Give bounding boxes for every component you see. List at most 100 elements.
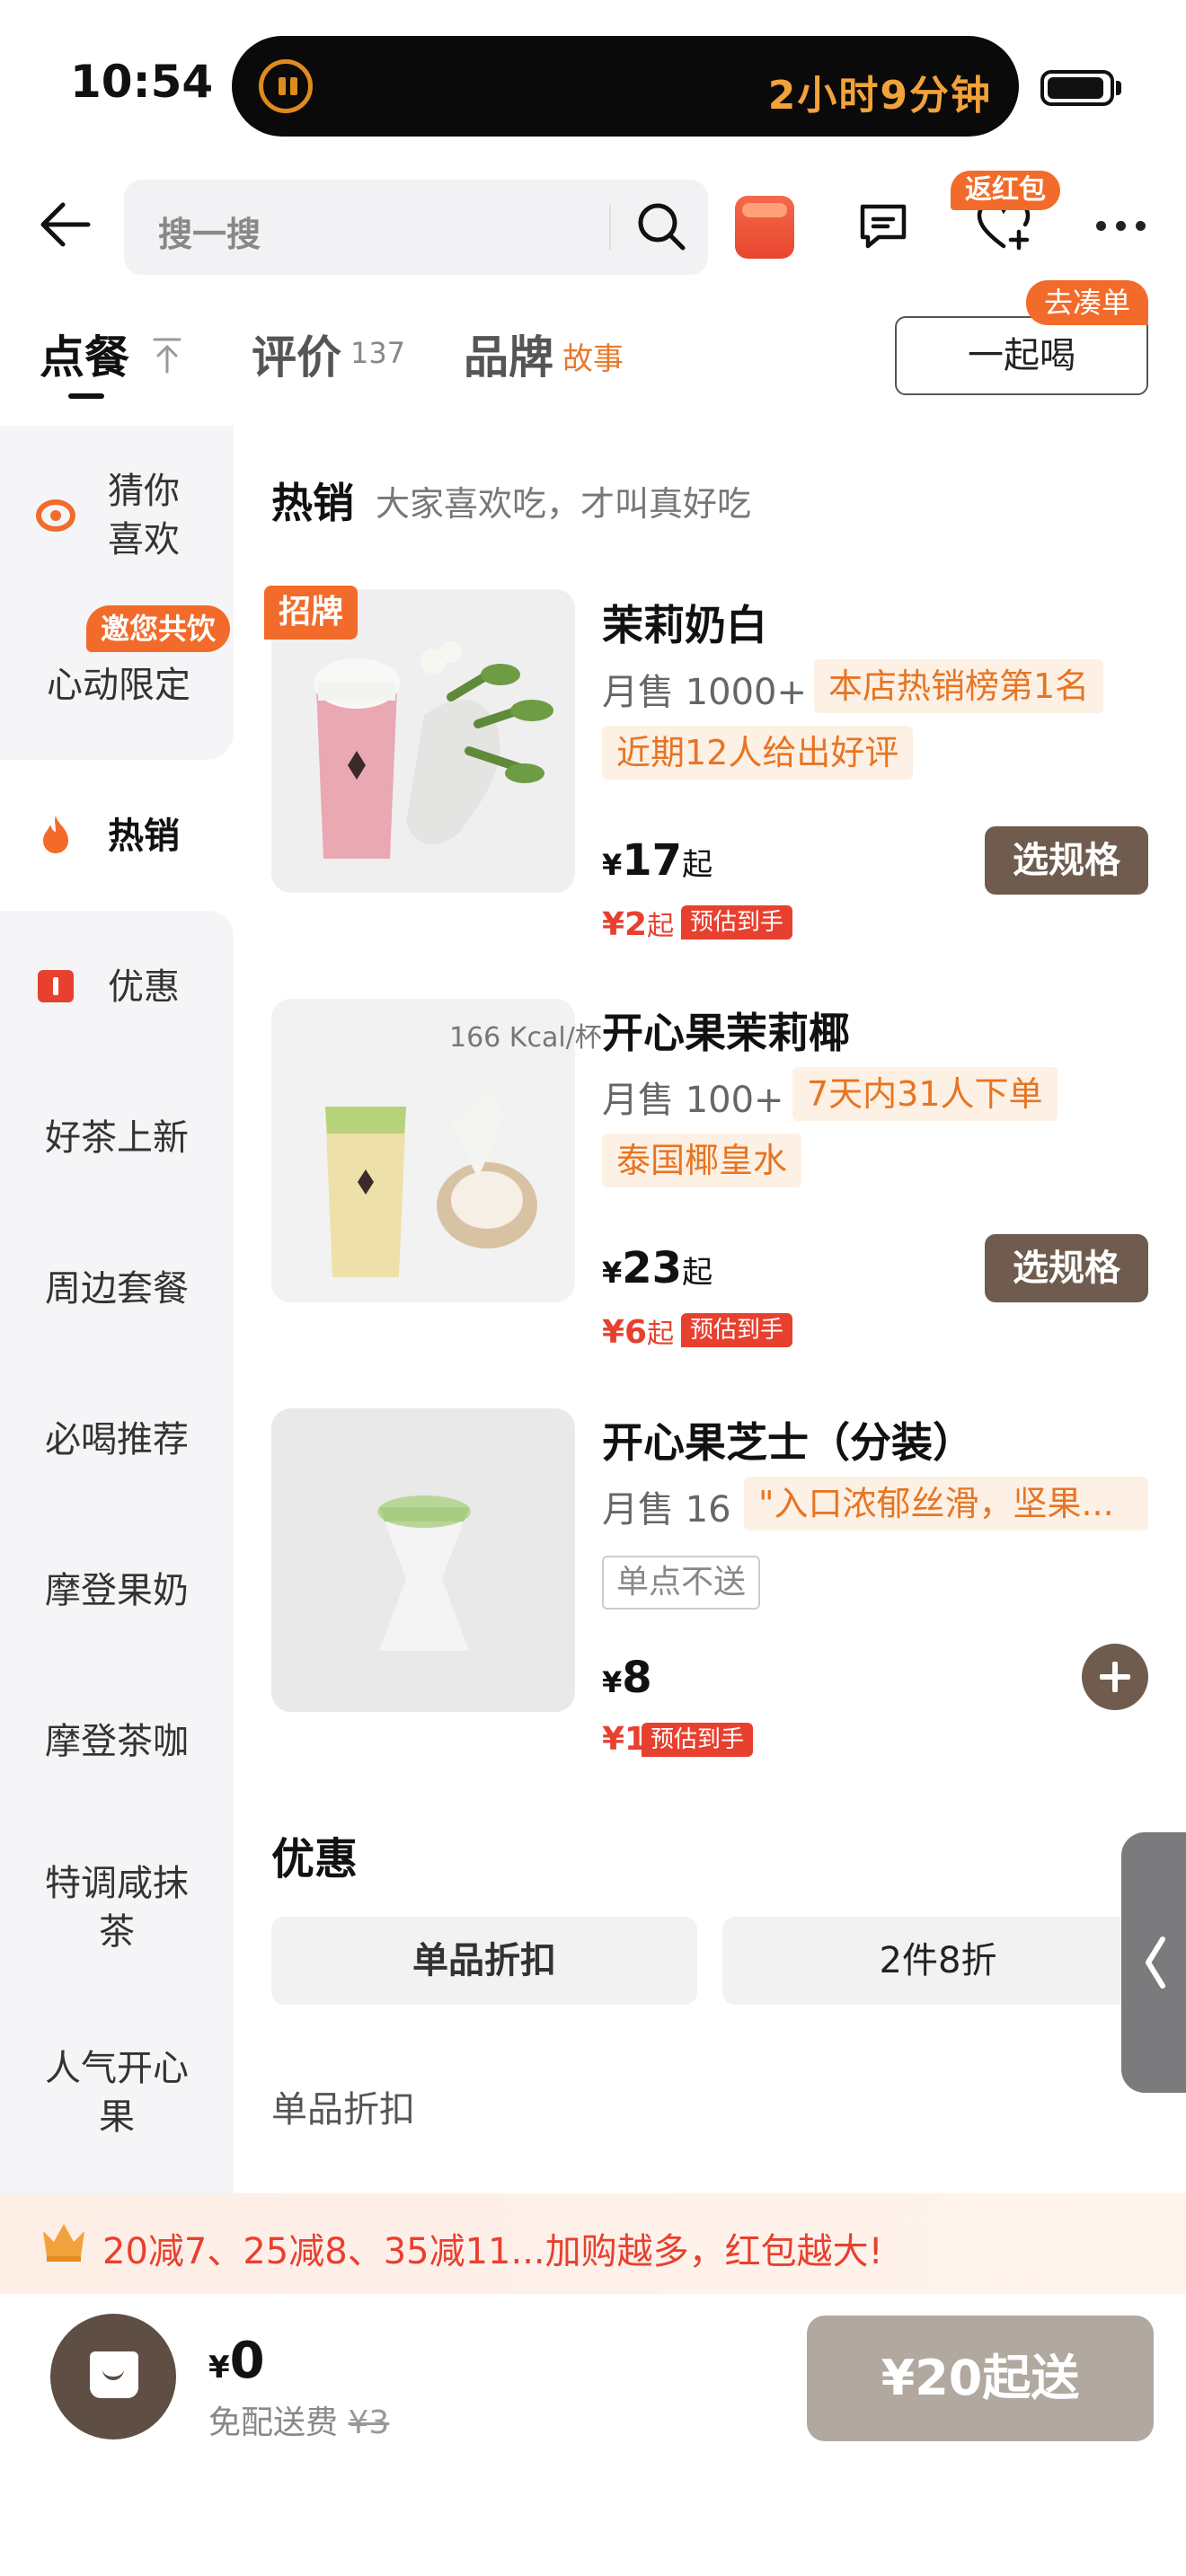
estimated-price: ¥2起 (602, 904, 674, 943)
review-count: 137 (350, 336, 406, 370)
more-dots-icon[interactable] (1094, 207, 1148, 243)
price-suffix: 起 (682, 1255, 713, 1291)
estimated-price: ¥1 (602, 1721, 647, 1758)
discount-tab-single[interactable]: 单品折扣 (271, 1917, 697, 2005)
search-input[interactable]: 搜一搜 (124, 180, 708, 275)
invite-badge: 邀您共饮 (86, 605, 231, 652)
price-value: 17 (622, 835, 683, 886)
delivery-fee: 免配送费 ¥3 (208, 2396, 389, 2443)
sidebar-item-label: 茶 (99, 1911, 135, 1953)
discount-subtitle: 单品折扣 (271, 2089, 415, 2130)
currency-symbol: ¥ (602, 1256, 623, 1290)
status-time: 10:54 (70, 56, 214, 108)
product-name[interactable]: 开心果芝士（分装） (602, 1410, 974, 1469)
product-image-label: 166 Kcal/杯 (449, 1022, 602, 1054)
sidebar-item-matcha[interactable]: 特调咸抹 茶 (0, 1859, 234, 1956)
side-drawer-handle[interactable] (1121, 1832, 1186, 2093)
tab-review[interactable]: 评价 (252, 322, 341, 386)
currency-symbol: ¥ (602, 1665, 623, 1699)
search-placeholder: 搜一搜 (158, 215, 261, 254)
sidebar-item-label: 喜欢 (108, 519, 180, 560)
back-arrow-icon[interactable] (36, 199, 93, 250)
sidebar-item-new-tea[interactable]: 好茶上新 (0, 1114, 234, 1162)
add-on-order-badge: 去凑单 (1026, 280, 1149, 325)
estimated-tag: 预估到手 (681, 905, 793, 940)
sidebar-item-guess[interactable]: 猜你 喜欢 (0, 467, 234, 564)
tab-brand[interactable]: 品牌 (464, 322, 553, 386)
product-tag: 7天内31人下单 (792, 1067, 1058, 1121)
promo-bar[interactable]: 20减7、25减8、35减11...加购越多，红包越大! (0, 2193, 1186, 2294)
dynamic-island[interactable]: 2小时9分钟 (232, 36, 1019, 137)
estimated-price-value: ¥2 (602, 906, 648, 943)
estimated-price-value: ¥6 (602, 1314, 648, 1351)
product-sales: 月售 100+ (602, 1080, 784, 1121)
product-image[interactable] (271, 1408, 575, 1712)
sidebar-item-modern-tea[interactable]: 摩登茶咖 (0, 1717, 234, 1766)
message-icon[interactable] (855, 198, 911, 253)
cashback-badge: 返红包 (951, 171, 1060, 210)
estimated-tag: 预估到手 (681, 1313, 793, 1347)
search-divider (609, 205, 611, 250)
discount-tab-two-items[interactable]: 2件8折 (722, 1917, 1154, 2005)
product-name[interactable]: 开心果茉莉椰 (602, 1001, 850, 1060)
sidebar-item-discount[interactable]: 优惠 (0, 963, 234, 1011)
sidebar-item-label: 特调咸抹 (45, 1863, 189, 1904)
delivery-fee-original: ¥3 (348, 2404, 390, 2441)
product-tag: 本店热销榜第1名 (814, 659, 1104, 713)
select-spec-button[interactable]: 选规格 (985, 826, 1148, 895)
tab-order[interactable]: 点餐 (40, 322, 129, 386)
checkout-button[interactable]: ¥20起送 (807, 2316, 1154, 2441)
delivery-fee-label: 免配送费 (208, 2404, 339, 2441)
red-packet-icon[interactable] (735, 196, 794, 259)
currency-symbol: ¥ (208, 2350, 230, 2386)
crown-icon (43, 2224, 84, 2262)
price-value: 8 (622, 1653, 652, 1703)
sidebar-item-modern-milk[interactable]: 摩登果奶 (0, 1566, 234, 1615)
sidebar-item-merch[interactable]: 周边套餐 (0, 1265, 234, 1313)
select-spec-button[interactable]: 选规格 (985, 1234, 1148, 1302)
section-subtitle: 大家喜欢吃，才叫真好吃 (376, 484, 752, 524)
product-price: ¥23起 (602, 1243, 712, 1293)
promo-text: 20减7、25减8、35减11...加购越多，红包越大! (102, 2231, 883, 2272)
pause-icon[interactable] (259, 59, 313, 113)
chevron-left-icon (1146, 1936, 1165, 1989)
signature-badge: 招牌 (264, 586, 358, 640)
estimated-price-suffix: 起 (647, 911, 675, 942)
shopping-bag-icon (90, 2351, 138, 2398)
drink-together-button[interactable]: 一起喝 (895, 316, 1148, 395)
estimated-price-value: ¥1 (602, 1721, 648, 1758)
search-icon[interactable] (633, 198, 690, 255)
estimated-price-suffix: 起 (647, 1319, 675, 1350)
sidebar-item-limited[interactable]: 心动限定 (0, 661, 237, 710)
island-timer-text: 2小时9分钟 (767, 73, 992, 119)
sidebar-item-label: 人气开心 (45, 2048, 189, 2089)
sidebar-item-label: 果 (99, 2096, 135, 2138)
discount-section-title: 优惠 (271, 1834, 358, 1884)
estimated-price: ¥6起 (602, 1311, 674, 1351)
product-tag: 近期12人给出好评 (602, 726, 914, 780)
tab-brand-sub: 故事 (562, 341, 624, 377)
estimated-tag: 预估到手 (642, 1723, 754, 1757)
add-to-cart-button[interactable] (1082, 1644, 1148, 1710)
cart-total-value: 0 (229, 2332, 265, 2390)
sidebar-item-pistachio[interactable]: 人气开心 果 (0, 2044, 234, 2141)
cart-icon[interactable] (50, 2314, 176, 2439)
tab-order-underline (68, 393, 104, 399)
product-name[interactable]: 茉莉奶白 (602, 593, 767, 652)
price-value: 23 (622, 1243, 683, 1293)
sidebar-item-hot[interactable]: 热销 (0, 812, 234, 860)
product-sales: 月售 16 (602, 1489, 731, 1531)
product-tag: 泰国椰皇水 (602, 1134, 802, 1187)
sidebar-item-label: 猜你 (108, 471, 180, 512)
cart-bar: ¥0 免配送费 ¥3 ¥20起送 (0, 2294, 1186, 2576)
sidebar-lower-group (0, 911, 234, 2193)
section-title: 热销 (271, 479, 354, 527)
product-sales: 月售 1000+ (602, 672, 808, 713)
product-price: ¥17起 (602, 835, 712, 886)
sidebar-item-must-drink[interactable]: 必喝推荐 (0, 1416, 234, 1464)
product-tag: "入口浓郁丝滑，坚果... (744, 1477, 1148, 1531)
status-bar: 10:54 2小时9分钟 (0, 0, 1186, 153)
product-price: ¥8 (602, 1653, 652, 1703)
pin-top-icon[interactable] (151, 336, 183, 374)
cart-total: ¥0 (208, 2332, 265, 2390)
